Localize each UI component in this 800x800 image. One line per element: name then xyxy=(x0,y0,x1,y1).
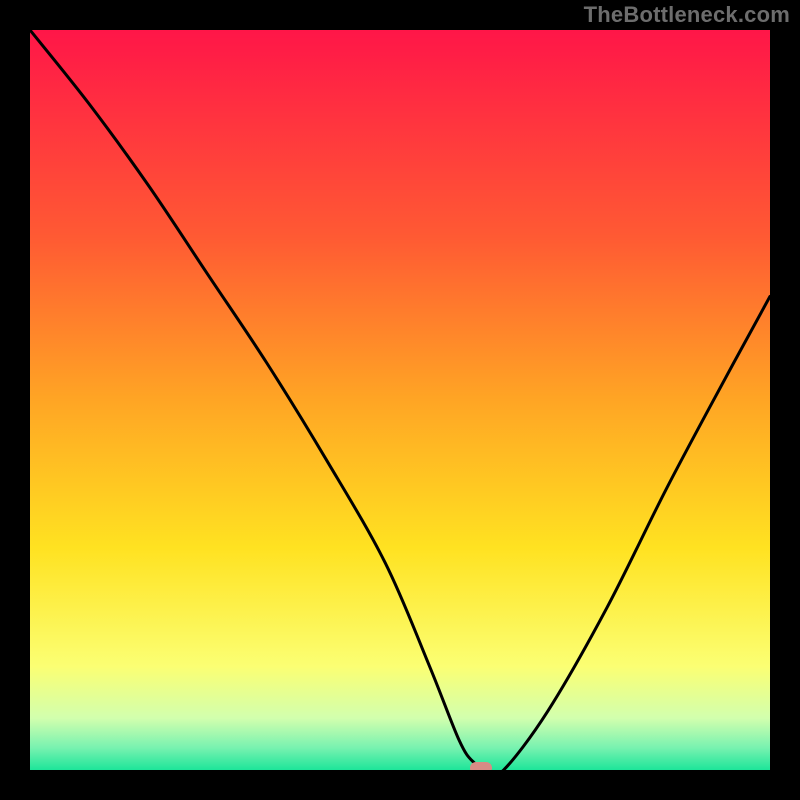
gradient-background xyxy=(30,30,770,770)
chart-frame: TheBottleneck.com xyxy=(0,0,800,800)
watermark-text: TheBottleneck.com xyxy=(584,2,790,28)
plot-area xyxy=(30,30,770,770)
optimum-marker xyxy=(470,762,492,770)
chart-svg xyxy=(30,30,770,770)
